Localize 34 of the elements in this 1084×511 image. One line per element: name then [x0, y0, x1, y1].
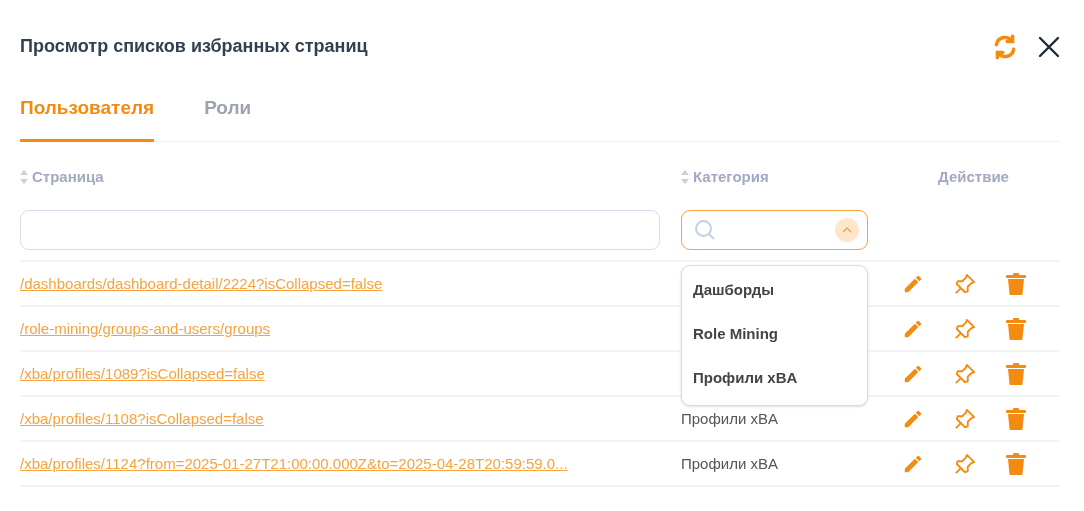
trash-icon[interactable]: [1006, 317, 1026, 340]
dropdown-option[interactable]: Role Mining: [682, 312, 867, 356]
pin-icon[interactable]: [954, 407, 976, 430]
search-icon: [694, 219, 716, 241]
pin-icon[interactable]: [954, 452, 976, 475]
tab[interactable]: Роли: [204, 94, 252, 142]
column-header[interactable]: Категория: [693, 165, 769, 188]
close-icon[interactable]: [1038, 35, 1060, 58]
dropdown-option[interactable]: Дашборды: [682, 268, 867, 312]
pin-icon[interactable]: [954, 362, 976, 385]
page-link[interactable]: /xba/profiles/1089?isCollapsed=false: [20, 364, 265, 382]
category-text: Профили xBA: [681, 454, 778, 472]
dialog-title: Просмотр списков избранных страниц: [20, 35, 368, 58]
column-header[interactable]: Страница: [32, 165, 104, 188]
refresh-icon[interactable]: [992, 33, 1018, 60]
trash-icon[interactable]: [1006, 362, 1026, 385]
page-link[interactable]: /xba/profiles/1108?isCollapsed=false: [20, 409, 264, 427]
column-header: Действие: [938, 166, 1009, 187]
chevron-icon[interactable]: [835, 218, 859, 242]
page-filter-field[interactable]: [20, 210, 660, 250]
sort-icon[interactable]: [20, 169, 28, 184]
pin-icon[interactable]: [954, 272, 976, 295]
tab[interactable]: Пользователя: [20, 94, 155, 142]
trash-icon[interactable]: [1006, 452, 1026, 475]
trash-icon[interactable]: [1006, 272, 1026, 295]
page-link[interactable]: /dashboards/dashboard-detail/2224?isCollapsed=false: [20, 274, 383, 292]
sort-icon[interactable]: [681, 169, 689, 184]
dropdown-option[interactable]: Профили xBA: [682, 356, 867, 400]
category-filter-field[interactable]: [681, 210, 868, 250]
page-link[interactable]: /xba/profiles/1124?from=2025-01-27T21:00:00.000Z&to=2025-04-28T20:59:59.0...: [20, 454, 568, 472]
page-link[interactable]: /role-mining/groups-and-users/groups: [20, 319, 271, 337]
category-text: Профили xBA: [681, 409, 778, 427]
trash-icon[interactable]: [1006, 407, 1026, 430]
pin-icon[interactable]: [954, 317, 976, 340]
